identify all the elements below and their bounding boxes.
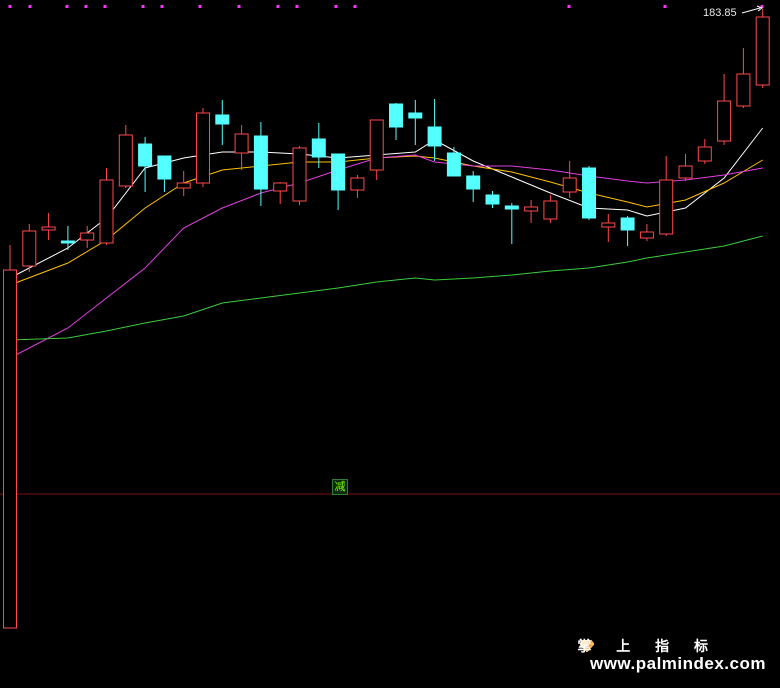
candle-body-down — [504, 205, 519, 210]
candle-body-down — [582, 167, 596, 219]
candle-body-down — [138, 143, 153, 167]
candle-body-up — [601, 222, 616, 228]
candle-body-down — [331, 153, 346, 191]
candle-body-down — [408, 112, 423, 119]
candle-body-down — [427, 126, 442, 147]
candle-body-up — [118, 134, 133, 187]
top-marker-dot — [160, 5, 164, 8]
candle-body-up — [234, 133, 249, 154]
candle-body-up — [22, 230, 37, 267]
candle-body-up — [659, 179, 674, 235]
candle-body-up — [80, 232, 95, 241]
candle-body-down — [60, 240, 75, 244]
candle-body-up — [697, 146, 712, 162]
candle-body-down — [389, 103, 403, 128]
candle-body-down — [620, 217, 635, 231]
top-marker-dot — [353, 5, 357, 8]
candle-body-down — [466, 175, 481, 190]
candle-body-down — [311, 138, 326, 158]
candle-body-down — [446, 152, 461, 177]
top-marker-dot — [8, 5, 12, 8]
candle-body-up — [524, 206, 539, 212]
candle-body-up — [717, 100, 732, 142]
top-marker-dot — [103, 5, 107, 8]
candle-body-up — [639, 231, 654, 239]
candle-body-up — [543, 200, 558, 220]
top-marker-dot — [28, 5, 32, 8]
candle-body-up — [3, 269, 17, 629]
top-marker-dot — [65, 5, 69, 8]
signal-marker: 减 — [332, 479, 348, 495]
top-marker-dot — [295, 5, 299, 8]
watermark: www.palmindex.com — [590, 654, 766, 674]
candle-body-down — [215, 114, 230, 125]
candle-body-up — [678, 165, 693, 179]
watermark-chinese: 掌 上 指 标 — [577, 639, 718, 655]
candle-body-up — [99, 179, 114, 244]
price-high-label: 183.85 — [703, 7, 737, 19]
top-marker-dot — [198, 5, 202, 8]
top-marker-dot — [276, 5, 280, 8]
top-marker-dot — [237, 5, 241, 8]
candle-body-down — [485, 194, 500, 205]
candle-body-down — [157, 155, 172, 180]
candle-body-up — [369, 119, 384, 171]
candle-body-up — [736, 73, 751, 107]
top-marker-dot — [84, 5, 88, 8]
candle-body-up — [41, 226, 56, 231]
watermark-url: www.palmindex.com — [589, 654, 766, 673]
ma-long-line — [9, 235, 763, 341]
candle-body-up — [755, 16, 770, 86]
top-marker-dot — [567, 5, 571, 8]
candlestick-chart — [0, 5, 780, 629]
top-marker-dot — [141, 5, 145, 8]
candle-body-up — [176, 182, 191, 189]
top-marker-dot — [663, 5, 667, 8]
price-pointer-line — [741, 7, 761, 14]
top-marker-dot — [334, 5, 338, 8]
candle-body-down — [253, 135, 268, 190]
candle-body-up — [292, 147, 307, 202]
candle-body-up — [562, 177, 577, 193]
candle-body-up — [273, 182, 288, 192]
candle-body-up — [196, 112, 210, 184]
candle-body-up — [350, 177, 365, 191]
